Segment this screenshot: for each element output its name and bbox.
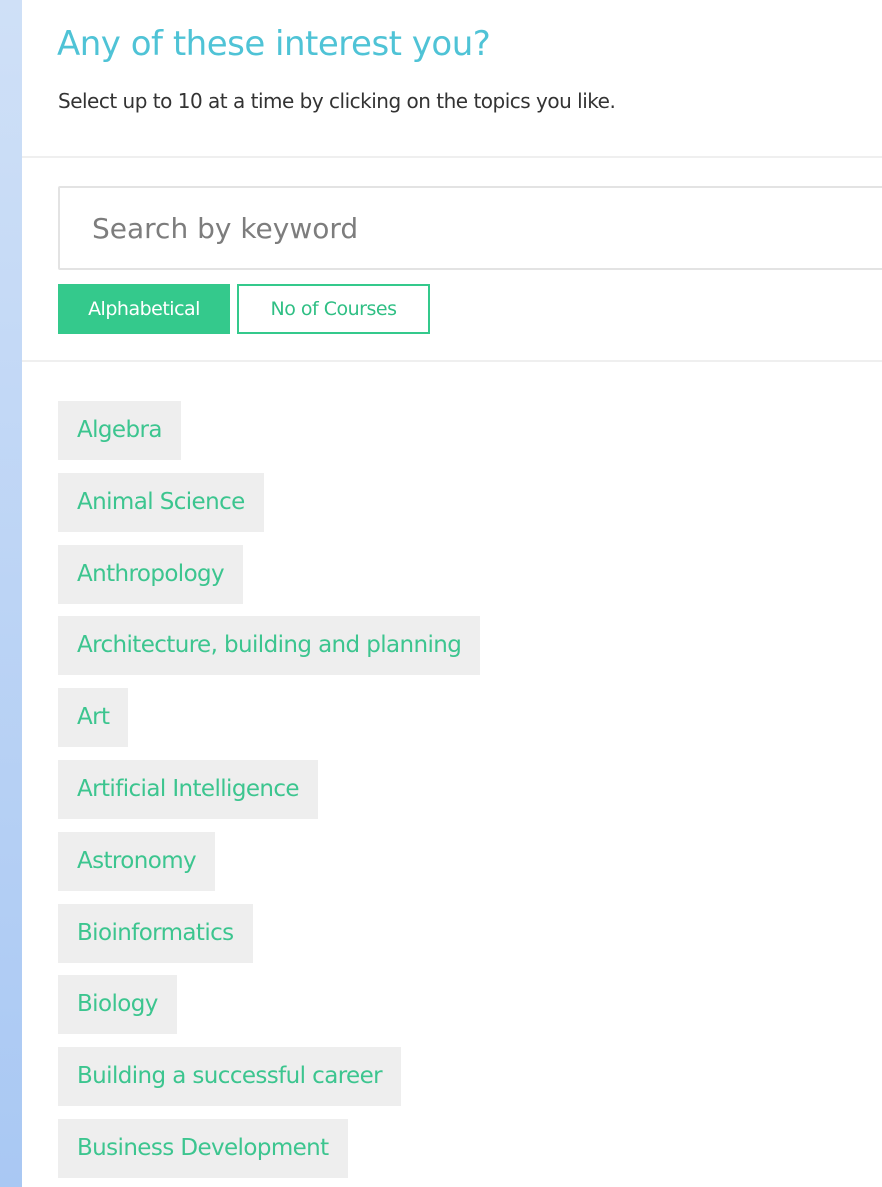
sort-courses-button[interactable]: No of Courses — [237, 284, 430, 334]
topic-chip-animal-science[interactable]: Animal Science — [58, 472, 264, 532]
topics-panel: Any of these interest you? Select up to … — [22, 0, 882, 1187]
topic-chip-art[interactable]: Art — [58, 688, 129, 748]
topic-chip-artificial-intelligence[interactable]: Artificial Intelligence — [58, 759, 318, 819]
topic-item: Astronomy — [58, 831, 480, 891]
search-input[interactable] — [60, 188, 882, 268]
topic-chip-business-development[interactable]: Business Development — [58, 1118, 348, 1178]
topic-chip-astronomy[interactable]: Astronomy — [58, 831, 216, 891]
divider — [22, 360, 882, 362]
topic-item: Animal Science — [58, 472, 480, 532]
topic-chip-building-career[interactable]: Building a successful career — [58, 1047, 402, 1107]
topic-chip-architecture[interactable]: Architecture, building and planning — [58, 616, 481, 676]
topic-list: Algebra Animal Science Anthropology Arch… — [58, 401, 481, 1187]
topic-item: Business Development — [58, 1118, 480, 1178]
search-box[interactable] — [58, 186, 882, 270]
topic-item: Anthropology — [58, 544, 480, 604]
topic-item: Algebra — [58, 401, 480, 460]
topic-item: Artificial Intelligence — [58, 759, 480, 819]
topic-item: Art — [58, 688, 480, 748]
topic-chip-bioinformatics[interactable]: Bioinformatics — [58, 903, 253, 963]
topic-chip-algebra[interactable]: Algebra — [58, 401, 181, 460]
topic-chip-anthropology[interactable]: Anthropology — [58, 544, 244, 604]
topic-chip-biology[interactable]: Biology — [58, 975, 177, 1035]
topic-item: Architecture, building and planning — [58, 616, 481, 676]
page-subtitle: Select up to 10 at a time by clicking on… — [58, 89, 616, 113]
topic-item: Building a successful career — [58, 1047, 480, 1107]
panel-header: Any of these interest you? Select up to … — [22, 0, 882, 158]
topic-item: Biology — [58, 975, 480, 1035]
topic-item: Bioinformatics — [58, 903, 480, 963]
sort-alphabetical-button[interactable]: Alphabetical — [58, 284, 230, 334]
page-title: Any of these interest you? — [57, 24, 491, 64]
